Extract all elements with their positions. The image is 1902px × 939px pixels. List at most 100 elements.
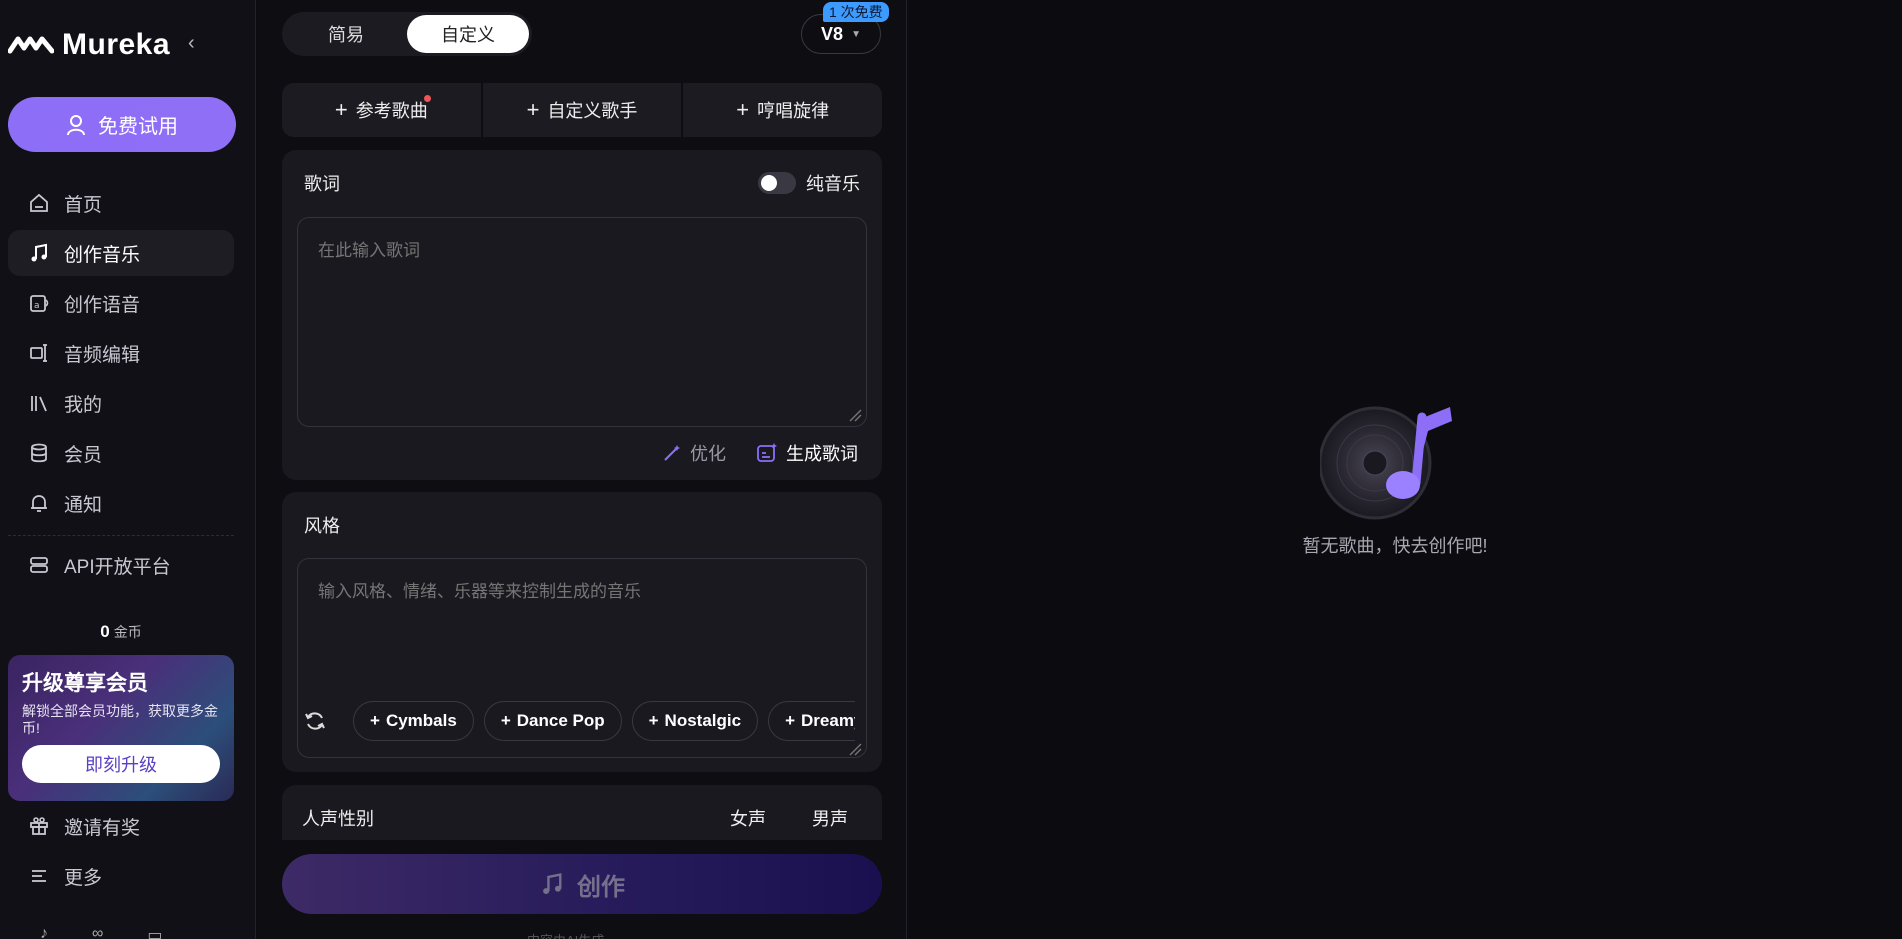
instrumental-label: 纯音乐 (806, 174, 860, 194)
chip-label: Nostalgic (664, 711, 742, 730)
sidebar-item-api-row[interactable]: API开放平台 (8, 542, 234, 588)
optimize-button[interactable]: 优化 (662, 440, 726, 466)
new-dot-badge (424, 95, 431, 102)
chip-label: Cymbals (385, 711, 457, 730)
sidebar-item-audio-edit[interactable]: 音频编辑 (8, 330, 234, 376)
sidebar-item-invite[interactable]: 邀请有奖 (8, 803, 234, 849)
coin-balance: 0 金币 (0, 622, 242, 642)
empty-state-illustration (1300, 405, 1490, 530)
custom-singer-button[interactable]: + 自定义歌手 (482, 83, 682, 137)
chip-label: Dance Pop (516, 711, 605, 730)
hum-melody-label: 哼唱旋律 (757, 101, 830, 121)
optimize-label: 优化 (690, 444, 726, 464)
upgrade-description: 解锁全部会员功能，获取更多金币! (22, 703, 218, 736)
lyrics-input[interactable] (297, 217, 867, 427)
sidebar-item-label: 首页 (64, 194, 103, 216)
version-label: V8 (821, 23, 844, 44)
user-icon (67, 114, 85, 135)
empty-state-text: 暂无歌曲，快去创作吧! (1302, 536, 1488, 556)
mode-toggle: 简易 自定义 (282, 12, 532, 56)
coin-count: 0 (100, 622, 110, 641)
mode-custom-tab[interactable]: 自定义 (407, 15, 529, 53)
hum-melody-button[interactable]: + 哼唱旋律 (683, 83, 883, 137)
lyrics-tools: 优化 生成歌词 (662, 440, 858, 466)
home-icon (30, 193, 48, 212)
sidebar-item-api[interactable]: API开放平台 (8, 542, 234, 592)
magic-wand-icon (664, 445, 680, 461)
bell-icon (31, 495, 47, 512)
sidebar-item-mine[interactable]: 我的 (8, 380, 234, 426)
brand-logo[interactable]: Mureka (8, 28, 170, 62)
music-note-icon (31, 243, 47, 262)
upgrade-card: 升级尊享会员 解锁全部会员功能，获取更多金币! 即刻升级 (8, 655, 234, 801)
female-voice-option[interactable]: 女声 (730, 805, 766, 831)
free-trial-label: 免费试用 (98, 116, 178, 138)
plus-icon: + (526, 97, 540, 122)
vinyl-record-icon (1318, 406, 1452, 520)
upgrade-button[interactable]: 即刻升级 (22, 745, 220, 783)
reference-row: + 参考歌曲 + 自定义歌手 + 哼唱旋律 (282, 83, 883, 137)
create-panel: 简易 自定义 V8 ▼ 1 次免费 + 参考歌曲 + 自定义歌手 + 哼唱旋律 … (257, 0, 907, 939)
sidebar-item-label: API开放平台 (64, 556, 171, 578)
gift-icon (30, 817, 48, 835)
sidebar-item-label: 会员 (64, 444, 103, 466)
discord-icon[interactable]: ∞ (92, 925, 103, 939)
server-icon (30, 557, 48, 573)
sidebar-nav: 首页 创作音乐 a 创作语音 音频编辑 我的 会员 通知 (8, 180, 234, 530)
style-label: 风格 (304, 516, 340, 536)
tiktok-icon[interactable]: ♪ (40, 925, 48, 939)
generate-lyrics-label: 生成歌词 (786, 444, 858, 464)
sidebar-item-label: 创作音乐 (64, 244, 141, 266)
create-label: 创作 (577, 873, 625, 901)
instrumental-toggle[interactable]: 纯音乐 (758, 170, 860, 196)
resize-handle-icon[interactable] (848, 742, 862, 756)
mode-simple-tab[interactable]: 简易 (285, 15, 407, 53)
sidebar-item-home[interactable]: 首页 (8, 180, 234, 226)
free-trial-button[interactable]: 免费试用 (8, 97, 236, 152)
male-voice-option[interactable]: 男声 (812, 805, 848, 831)
sidebar-item-notifications[interactable]: 通知 (8, 480, 234, 526)
style-chip[interactable]: + Nostalgic (631, 701, 759, 741)
style-chip[interactable]: + Cymbals (353, 701, 474, 741)
reference-song-button[interactable]: + 参考歌曲 (282, 83, 481, 137)
database-icon (31, 443, 47, 463)
caret-down-icon: ▼ (851, 28, 861, 40)
sidebar-item-label: 邀请有奖 (64, 817, 141, 839)
ai-generated-note: 内容由AI生成 (527, 930, 604, 939)
svg-text:a: a (34, 301, 40, 311)
plus-icon: + (648, 711, 659, 730)
instrumental-switch[interactable] (758, 172, 796, 194)
create-button[interactable]: 创作 (282, 854, 882, 914)
voice-gender-card: 人声性别 女声 男声 (282, 785, 882, 840)
sidebar-item-create-music[interactable]: 创作音乐 (8, 230, 234, 276)
sidebar-item-create-voice[interactable]: a 创作语音 (8, 280, 234, 326)
custom-singer-label: 自定义歌手 (547, 101, 638, 121)
mureka-logo-icon (8, 36, 54, 54)
sidebar-item-label: 音频编辑 (64, 344, 141, 366)
app-root: Mureka ‹ 免费试用 首页 创作音乐 a 创作语音 音频编辑 我的 会员 … (0, 0, 1902, 939)
lyrics-card: 歌词 纯音乐 优化 生成歌词 (282, 150, 882, 480)
tv-icon[interactable]: ▭ (147, 925, 162, 939)
free-badge: 1 次免费 (823, 2, 889, 22)
generate-lyrics-button[interactable]: 生成歌词 (756, 440, 858, 466)
refresh-icon (305, 712, 325, 730)
resize-handle-icon[interactable] (848, 408, 862, 422)
upgrade-title: 升级尊享会员 (22, 672, 148, 695)
sidebar: Mureka ‹ 免费试用 首页 创作音乐 a 创作语音 音频编辑 我的 会员 … (0, 0, 256, 939)
style-chip[interactable]: + Dreamy (768, 701, 855, 741)
plus-icon: + (370, 711, 380, 730)
lyrics-label: 歌词 (304, 174, 340, 194)
coin-unit: 金币 (113, 624, 142, 640)
sidebar-item-more[interactable]: 更多 (8, 853, 234, 899)
refresh-tags-button[interactable] (295, 701, 335, 741)
collapse-sidebar-icon[interactable]: ‹ (188, 32, 204, 54)
sidebar-bottom-nav: 邀请有奖 更多 (8, 803, 234, 903)
sidebar-item-label: 我的 (64, 394, 103, 416)
sidebar-item-label: 创作语音 (64, 294, 141, 316)
sidebar-item-membership[interactable]: 会员 (8, 430, 234, 476)
menu-icon (32, 870, 46, 882)
sidebar-item-label: 通知 (64, 494, 103, 516)
brand-name: Mureka (62, 28, 171, 61)
plus-icon: + (736, 97, 750, 122)
style-chip[interactable]: + Dance Pop (483, 701, 622, 741)
